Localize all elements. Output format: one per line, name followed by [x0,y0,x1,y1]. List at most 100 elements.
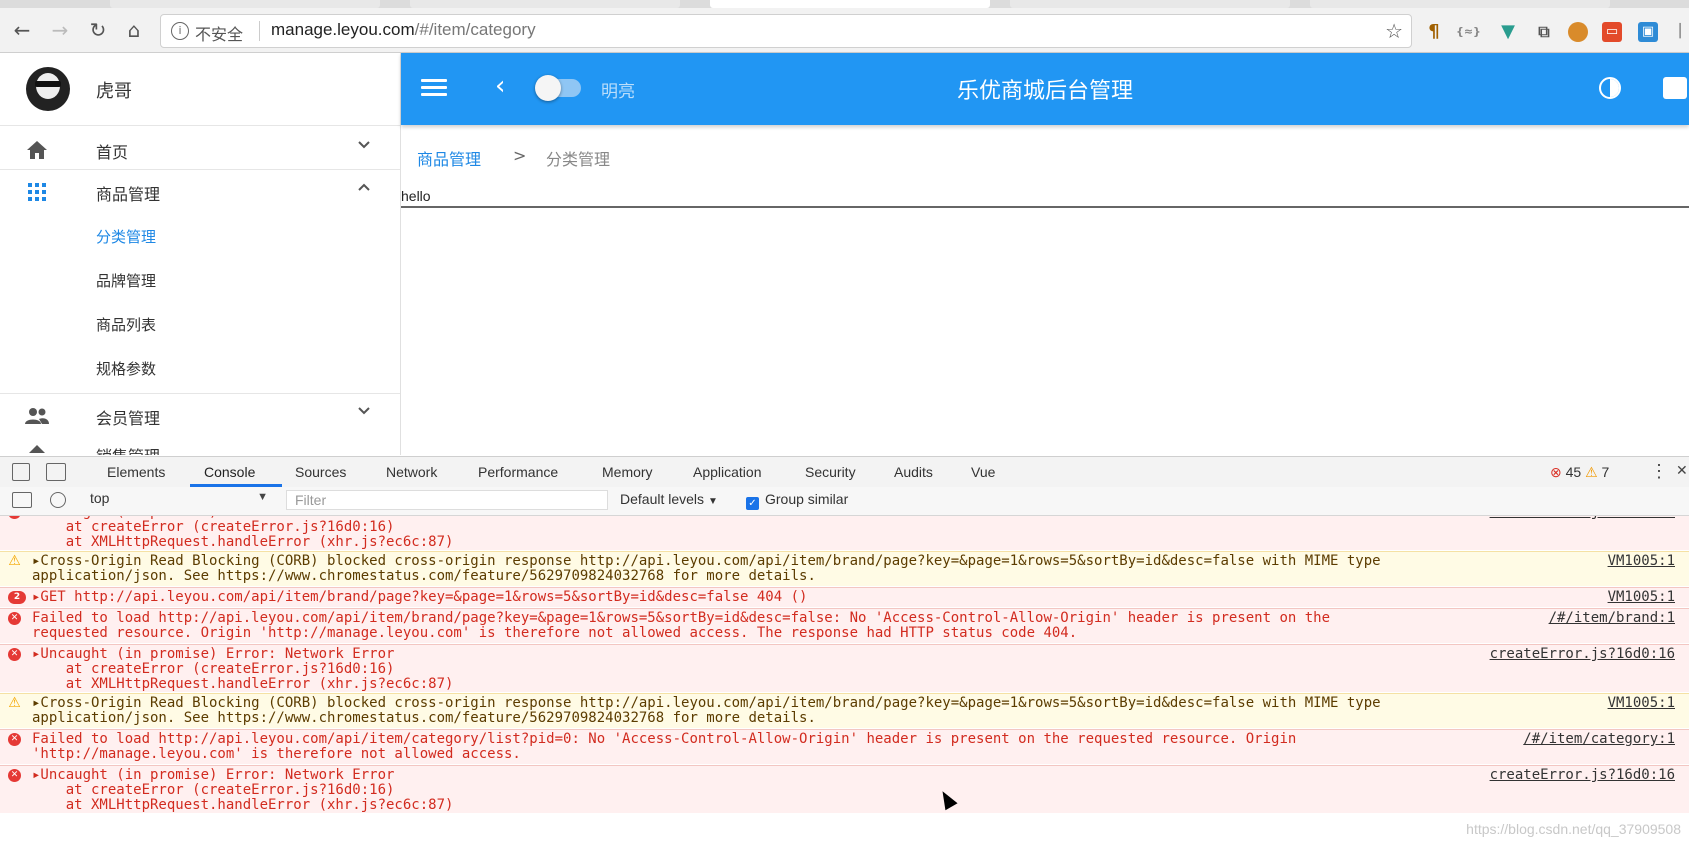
console-source-link[interactable]: createError.js?16d0:16 [1490,516,1675,520]
browser-tab[interactable] [1010,0,1290,8]
context-selector[interactable]: top ▼ [90,490,268,510]
error-icon: ✕ [8,733,21,746]
console-warning-message[interactable]: ⚠ ▸Cross-Origin Read Blocking (CORB) bloc… [0,551,1689,586]
sidebar-subitem-brand[interactable]: 品牌管理 [96,270,156,291]
close-icon[interactable]: ✕ [1676,462,1688,479]
tab-audits[interactable]: Audits [894,464,933,480]
address-bar[interactable]: i 不安全 manage.leyou.com/#/item/category ☆ [160,14,1412,48]
console-message-line: requested resource. Origin 'http://manag… [32,625,1078,641]
warning-icon: ⚠ [8,695,21,711]
tab-elements[interactable]: Elements [107,464,165,480]
chevron-down-icon[interactable] [356,137,372,157]
tab-application[interactable]: Application [693,464,762,480]
app-header: ‹ 明亮 乐优商城后台管理 [401,53,1689,125]
tab-console[interactable]: Console [204,464,255,480]
info-icon[interactable]: i [171,22,189,40]
console-source-link[interactable]: VM1005:1 [1608,554,1675,569]
devtools-tab-bar: Elements Console Sources Network Perform… [0,456,1689,488]
tab-security[interactable]: Security [805,464,856,480]
account-icon[interactable] [1663,77,1687,99]
home-icon[interactable]: ⌂ [122,18,146,42]
url-text[interactable]: manage.leyou.com/#/item/category [271,20,536,40]
console-error-message[interactable]: ✕▸Uncaught (in promise) Error: Network E… [0,765,1689,813]
sidebar-item-sales[interactable]: 销售管理 [0,441,400,455]
chevron-down-icon[interactable] [356,403,372,423]
group-similar-checkbox[interactable]: ✓ Group similar [746,491,848,510]
sales-icon [24,443,50,455]
browser-tab[interactable] [1310,0,1610,8]
tab-vue[interactable]: Vue [971,464,995,480]
console-error-message[interactable]: ✕ Failed to load http://api.leyou.com/api… [0,729,1689,764]
console-source-link[interactable]: /#/item/brand:1 [1549,611,1675,626]
context-value: top [90,490,110,506]
console-message-line: 'http://manage.leyou.com' is therefore n… [32,746,521,762]
error-icon: ✕ [8,516,21,519]
menu-icon[interactable]: │ [1670,22,1689,42]
sidebar-item-label: 商品管理 [96,185,161,204]
window-extension-icon[interactable]: ▣ [1638,22,1658,42]
error-icon: ✕ [8,612,21,625]
breadcrumb: 商品管理 > 分类管理 [401,126,1689,186]
console-error-message[interactable]: ✕▸Uncaught (in promise) Error: Network E… [0,516,1689,550]
red-extension-icon[interactable]: ▭ [1602,22,1622,42]
console-error-message[interactable]: 2 ▸GET http://api.leyou.com/api/item/bran… [0,587,1689,607]
console-error-message[interactable]: ✕▸Uncaught (in promise) Error: Network E… [0,644,1689,692]
issue-counts[interactable]: ⊗ 45 ⚠ 7 [1550,464,1609,481]
browser-tab[interactable] [110,0,380,8]
page-title: 乐优商城后台管理 [956,79,1133,104]
sidebar-subitem-category[interactable]: 分类管理 [96,226,156,247]
tab-performance[interactable]: Performance [478,464,558,480]
content-text: hello [401,188,431,204]
chevron-up-icon[interactable] [356,179,372,199]
avatar[interactable] [26,67,70,111]
json-extension-icon[interactable]: {≈} [1456,22,1481,42]
sidebar-item-members[interactable]: 会员管理 [0,393,400,437]
sidebar-subitem-spec[interactable]: 规格参数 [96,358,156,379]
console-source-link[interactable]: /#/item/category:1 [1523,732,1675,747]
console-filter-input[interactable]: Filter [286,490,608,510]
tab-memory[interactable]: Memory [602,464,653,480]
sidebar-subitem-goods-list[interactable]: 商品列表 [96,314,156,335]
console-message-line: application/json. See https://www.chrome… [32,710,816,726]
pilcrow-extension-icon[interactable]: ¶ [1424,22,1444,42]
sidebar-toggle-icon[interactable] [12,492,32,508]
username: 虎哥 [96,81,132,102]
copy-extension-icon[interactable]: ⧉ [1534,22,1554,42]
console-source-link[interactable]: VM1005:1 [1608,590,1675,605]
tab-network[interactable]: Network [386,464,437,480]
sidebar-item-goods[interactable]: 商品管理 [0,169,400,213]
console-source-link[interactable]: createError.js?16d0:16 [1490,647,1675,662]
forward-arrow-icon[interactable]: → [48,18,72,42]
console-source-link[interactable]: VM1005:1 [1608,696,1675,711]
url-host: manage.leyou.com [271,20,415,39]
console-message-line: ▸Uncaught (in promise) Error: Network Er… [32,646,395,662]
console-message-line: ▸GET http://api.leyou.com/api/item/brand… [32,589,808,605]
back-arrow-icon[interactable]: ← [10,18,34,42]
sidebar-item-home[interactable]: 首页 [0,127,400,171]
sidebar-item-label: 会员管理 [96,409,161,428]
console-warning-message[interactable]: ⚠ ▸Cross-Origin Read Blocking (CORB) bloc… [0,693,1689,728]
url-path: /#/item/category [414,20,536,39]
console-error-message[interactable]: ✕ Failed to load http://api.leyou.com/api… [0,608,1689,643]
log-levels-dropdown[interactable]: Default levels ▼ [620,491,718,507]
kebab-menu-icon[interactable]: ⋮ [1650,461,1668,482]
log-levels-label: Default levels [620,491,705,507]
device-toolbar-icon[interactable] [46,463,66,481]
reload-icon[interactable]: ↻ [86,18,110,42]
browser-tab-active[interactable] [710,0,990,8]
contrast-icon[interactable] [1599,77,1621,99]
clear-console-icon[interactable] [50,492,66,508]
bookmark-star-icon[interactable]: ☆ [1385,19,1403,43]
console-message-line: ▸Cross-Origin Read Blocking (CORB) block… [32,695,1381,711]
console-source-link[interactable]: createError.js?16d0:16 [1490,768,1675,783]
breadcrumb-parent[interactable]: 商品管理 [417,146,481,170]
apps-grid-icon [24,181,50,203]
group-similar-label: Group similar [765,491,849,507]
inspect-element-icon[interactable] [12,463,30,481]
vue-devtools-icon[interactable]: ▼ [1498,22,1518,42]
tab-sources[interactable]: Sources [295,464,346,480]
browser-tab[interactable] [410,0,680,8]
omnibox-separator [259,21,260,41]
cookie-extension-icon[interactable] [1568,22,1588,42]
console-message-line: at createError (createError.js?16d0:16) [32,519,395,535]
